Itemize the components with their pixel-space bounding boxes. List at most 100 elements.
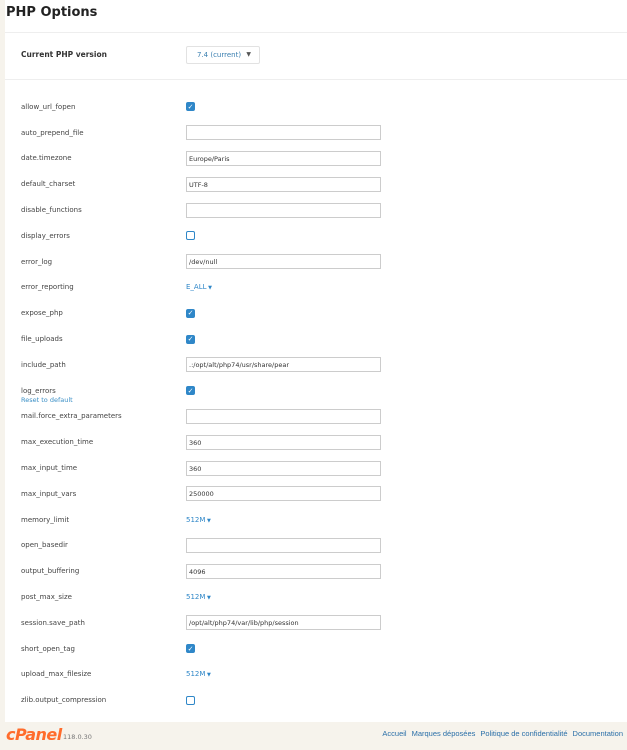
caret-down-icon: ▼ [206,285,212,292]
option-label: upload_max_filesize [21,670,92,679]
php-version-value: 7.4 (current) [197,51,242,59]
option-row: session.save_path/opt/alt/php74/var/lib/… [5,610,627,636]
option-label: output_buffering [21,567,80,576]
dropdown-value: 512M [186,670,206,679]
option-checkbox[interactable]: ✓ [186,308,195,318]
dropdown-value: 512M [186,593,206,602]
footer: cPanel 118.0.30 Accueil Marques déposées P… [0,722,627,750]
caret-down-icon: ▼ [205,517,211,524]
footer-link-home[interactable]: Accueil [382,729,406,738]
option-checkbox[interactable]: ✓ [186,644,195,654]
caret-down-icon: ▼ [205,672,211,679]
php-version-label: Current PHP version [21,50,107,59]
option-row: post_max_size 512M ▼ [5,584,627,610]
option-input[interactable] [186,202,381,218]
option-dropdown[interactable]: E_ALL ▼ [186,283,212,291]
option-row: include_path .:/opt/alt/php74/usr/share/p… [5,352,627,378]
option-row: mail.force_extra_parameters [5,404,627,430]
option-row: default_charset UTF-8 [5,171,627,197]
option-checkbox[interactable] [186,231,195,241]
option-dropdown[interactable]: 512M ▼ [186,593,211,601]
option-label: display_errors [21,231,70,240]
option-row: zlib.output_compression [5,687,627,713]
option-input[interactable] [186,537,381,553]
option-row: open_basedir [5,533,627,559]
option-input[interactable] [186,408,381,424]
option-row: auto_prepend_file [5,120,627,146]
option-label: error_reporting [21,283,74,292]
option-label: memory_limit [21,515,70,524]
footer-link-privacy[interactable]: Politique de confidentialité [480,729,567,738]
option-label: max_execution_time [21,438,94,447]
option-label: auto_prepend_file [21,128,84,137]
option-label: max_input_time [21,464,78,473]
option-input[interactable]: /opt/alt/php74/var/lib/php/session [186,615,381,631]
option-label: file_uploads [21,335,63,344]
option-checkbox[interactable]: ✓ [186,386,195,396]
php-version-select[interactable]: 7.4 (current) ▼ [186,46,260,64]
option-label: include_path [21,360,66,369]
caret-down-icon: ▼ [246,51,251,58]
option-label: open_basedir [21,541,68,550]
option-row: log_errors ✓ Reset to default [5,378,627,404]
divider [5,79,627,80]
option-label: error_log [21,257,53,266]
option-checkbox[interactable]: ✓ [186,334,195,344]
option-label: allow_url_fopen [21,102,76,111]
option-input[interactable]: /dev/null [186,254,381,270]
caret-down-icon: ▼ [205,595,211,602]
option-row: max_input_vars 250000 [5,481,627,507]
reset-to-default-link[interactable]: Reset to default [21,396,73,404]
footer-links: Accueil Marques déposées Politique de conf… [377,729,623,738]
option-label: post_max_size [21,593,72,602]
option-row: date.timezone Europe/Paris [5,146,627,172]
option-row: memory_limit 512M ▼ [5,507,627,533]
option-label: session.save_path [21,618,85,627]
check-icon: ✓ [187,309,194,318]
check-icon: ✓ [187,102,194,111]
option-row: expose_php ✓ [5,300,627,326]
option-input[interactable]: .:/opt/alt/php74/usr/share/pear [186,357,381,373]
option-dropdown[interactable]: 512M ▼ [186,670,211,678]
dropdown-value: 512M [186,515,206,524]
cpanel-version: 118.0.30 [63,733,92,741]
option-row: max_execution_time 360 [5,429,627,455]
footer-link-documentation[interactable]: Documentation [573,729,623,738]
option-label: short_open_tag [21,644,75,653]
option-label: mail.force_extra_parameters [21,412,122,421]
option-input[interactable] [186,125,381,141]
option-input[interactable]: 360 [186,460,381,476]
option-input[interactable]: UTF-8 [186,176,381,192]
check-icon: ✓ [187,386,194,395]
option-input[interactable]: 250000 [186,486,381,502]
option-row: allow_url_fopen ✓ [5,94,627,120]
check-icon: ✓ [187,644,194,653]
option-input[interactable]: 4096 [186,563,381,579]
option-row: file_uploads ✓ [5,326,627,352]
option-row: error_log/dev/null [5,249,627,275]
option-input[interactable]: 360 [186,434,381,450]
option-label: disable_functions [21,206,82,215]
option-label: log_errors [21,386,56,395]
option-label: default_charset [21,180,76,189]
option-label: max_input_vars [21,489,77,498]
option-row: max_input_time 360 [5,455,627,481]
option-row: disable_functions [5,197,627,223]
options-list: allow_url_fopen ✓ auto_prepend_file date.ti… [5,94,627,713]
page-title: PHP Options [6,5,98,20]
option-row: output_buffering 4096 [5,558,627,584]
check-icon: ✓ [187,335,194,344]
option-input[interactable]: Europe/Paris [186,150,381,166]
option-label: zlib.output_compression [21,696,107,705]
php-options-panel: PHP Options Current PHP version 7.4 (cur… [5,0,627,722]
cpanel-logo: cPanel [6,725,62,744]
option-row: upload_max_filesize 512M ▼ [5,662,627,688]
footer-link-trademarks[interactable]: Marques déposées [412,729,476,738]
divider [5,32,627,33]
option-label: date.timezone [21,154,72,163]
option-row: error_reporting E_ALL ▼ [5,275,627,301]
option-row: short_open_tag ✓ [5,636,627,662]
option-dropdown[interactable]: 512M ▼ [186,516,211,524]
option-checkbox[interactable]: ✓ [186,102,195,112]
option-checkbox[interactable] [186,695,195,705]
